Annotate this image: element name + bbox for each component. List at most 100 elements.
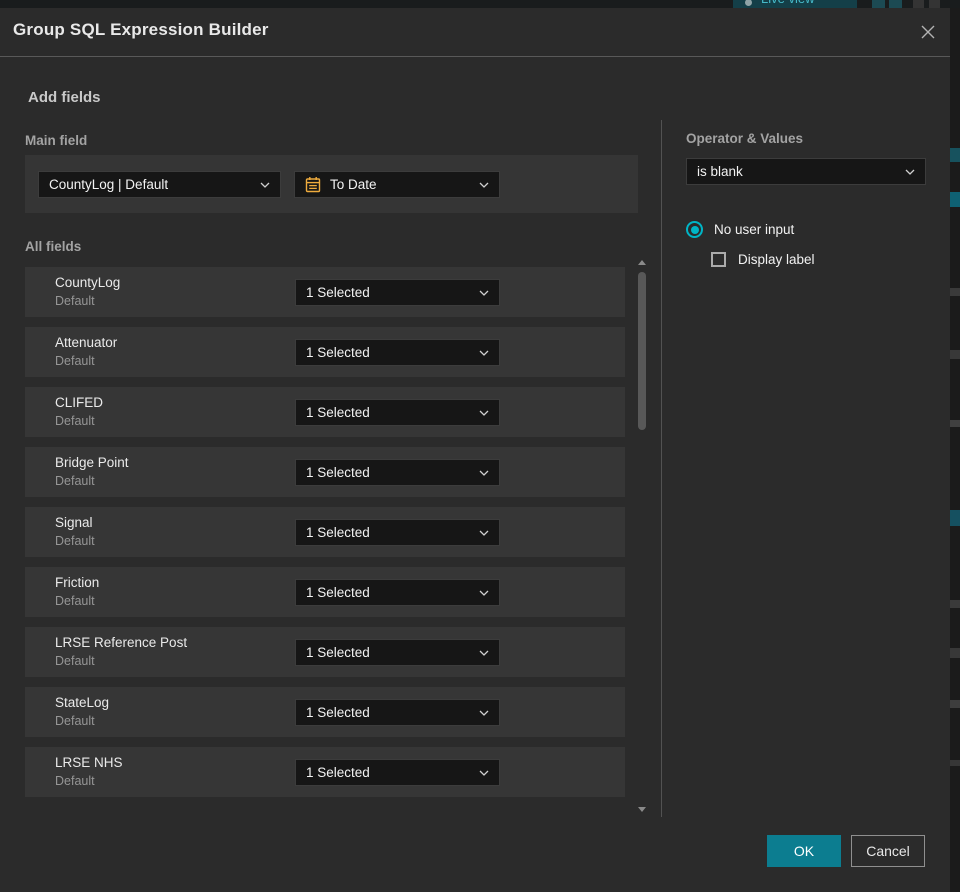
operator-select[interactable]: is blank bbox=[686, 158, 926, 185]
display-label-checkbox[interactable]: Display label bbox=[711, 252, 815, 267]
background-fragment bbox=[950, 700, 960, 708]
field-name: LRSE NHS bbox=[55, 755, 123, 770]
field-name: Bridge Point bbox=[55, 455, 129, 470]
chevron-down-icon bbox=[479, 650, 489, 656]
chevron-down-icon bbox=[479, 770, 489, 776]
chevron-down-icon bbox=[479, 290, 489, 296]
field-name: CLIFED bbox=[55, 395, 104, 410]
field-values-select[interactable]: 1 Selected bbox=[295, 339, 500, 366]
field-subtitle: Default bbox=[55, 354, 95, 368]
field-row: CLIFED Default 1 Selected bbox=[25, 387, 625, 437]
chevron-down-icon bbox=[479, 470, 489, 476]
chevron-down-icon bbox=[479, 590, 489, 596]
background-fragment bbox=[950, 288, 960, 296]
background-app-sliver bbox=[950, 8, 960, 892]
ok-button[interactable]: OK bbox=[767, 835, 841, 867]
live-view-button[interactable]: Live view bbox=[733, 0, 857, 8]
main-field-label: Main field bbox=[25, 133, 88, 148]
panel-divider bbox=[661, 120, 662, 817]
background-fragment bbox=[950, 192, 960, 207]
field-subtitle: Default bbox=[55, 414, 95, 428]
list-scrollbar[interactable] bbox=[637, 258, 647, 812]
field-row: Attenuator Default 1 Selected bbox=[25, 327, 625, 377]
toolbar-fragment bbox=[929, 0, 940, 8]
main-field-panel: CountyLog | Default To Date bbox=[25, 155, 638, 213]
field-subtitle: Default bbox=[55, 654, 95, 668]
toolbar-fragment bbox=[889, 0, 902, 8]
main-field-type-value: To Date bbox=[330, 177, 377, 192]
field-values-select[interactable]: 1 Selected bbox=[295, 399, 500, 426]
checkbox-unchecked-icon bbox=[711, 252, 726, 267]
field-values-select[interactable]: 1 Selected bbox=[295, 459, 500, 486]
close-icon bbox=[921, 25, 935, 39]
field-row: CountyLog Default 1 Selected bbox=[25, 267, 625, 317]
all-fields-list: CountyLog Default 1 Selected Attenuator … bbox=[25, 267, 625, 807]
field-name: CountyLog bbox=[55, 275, 121, 290]
dialog-title: Group SQL Expression Builder bbox=[13, 20, 269, 39]
background-fragment bbox=[950, 648, 960, 658]
field-subtitle: Default bbox=[55, 474, 95, 488]
field-values-select-value: 1 Selected bbox=[306, 705, 370, 720]
field-values-select-value: 1 Selected bbox=[306, 465, 370, 480]
add-fields-heading: Add fields bbox=[28, 89, 101, 106]
chevron-down-icon bbox=[479, 182, 489, 188]
field-values-select[interactable]: 1 Selected bbox=[295, 639, 500, 666]
chevron-down-icon bbox=[479, 350, 489, 356]
field-subtitle: Default bbox=[55, 774, 95, 788]
radio-label: No user input bbox=[714, 222, 795, 237]
operator-select-value: is blank bbox=[697, 164, 743, 179]
field-subtitle: Default bbox=[55, 594, 95, 608]
field-name: Signal bbox=[55, 515, 93, 530]
chevron-down-icon bbox=[479, 410, 489, 416]
background-fragment bbox=[950, 760, 960, 766]
field-row: StateLog Default 1 Selected bbox=[25, 687, 625, 737]
main-field-select[interactable]: CountyLog | Default bbox=[38, 171, 281, 198]
chevron-down-icon bbox=[260, 182, 270, 188]
field-row: Friction Default 1 Selected bbox=[25, 567, 625, 617]
field-row: Signal Default 1 Selected bbox=[25, 507, 625, 557]
field-values-select-value: 1 Selected bbox=[306, 345, 370, 360]
field-values-select-value: 1 Selected bbox=[306, 525, 370, 540]
field-row: LRSE NHS Default 1 Selected bbox=[25, 747, 625, 797]
chevron-down-icon bbox=[479, 710, 489, 716]
main-field-select-value: CountyLog | Default bbox=[49, 177, 169, 192]
checkbox-label: Display label bbox=[738, 252, 815, 267]
field-subtitle: Default bbox=[55, 714, 95, 728]
scroll-down-icon[interactable] bbox=[638, 807, 646, 812]
live-view-label: Live view bbox=[761, 0, 814, 6]
cancel-button[interactable]: Cancel bbox=[851, 835, 925, 867]
field-values-select[interactable]: 1 Selected bbox=[295, 699, 500, 726]
field-subtitle: Default bbox=[55, 534, 95, 548]
field-values-select-value: 1 Selected bbox=[306, 285, 370, 300]
close-button[interactable] bbox=[917, 21, 939, 43]
live-dot-icon bbox=[745, 0, 752, 6]
scroll-up-icon[interactable] bbox=[638, 260, 646, 265]
field-values-select-value: 1 Selected bbox=[306, 405, 370, 420]
group-sql-expression-builder-dialog: Group SQL Expression Builder Add fields … bbox=[0, 8, 950, 892]
field-values-select[interactable]: 1 Selected bbox=[295, 519, 500, 546]
field-values-select[interactable]: 1 Selected bbox=[295, 279, 500, 306]
field-row: Bridge Point Default 1 Selected bbox=[25, 447, 625, 497]
scrollbar-thumb[interactable] bbox=[638, 272, 646, 430]
background-fragment bbox=[950, 420, 960, 427]
screen: Live view Group SQL Expression Builder A bbox=[0, 0, 960, 892]
background-fragment bbox=[950, 148, 960, 162]
background-fragment bbox=[950, 350, 960, 359]
field-row: LRSE Reference Post Default 1 Selected bbox=[25, 627, 625, 677]
field-values-select[interactable]: 1 Selected bbox=[295, 579, 500, 606]
all-fields-label: All fields bbox=[25, 239, 82, 254]
field-values-select[interactable]: 1 Selected bbox=[295, 759, 500, 786]
background-app-strip: Live view bbox=[0, 0, 960, 8]
radio-selected-icon bbox=[686, 221, 703, 238]
field-subtitle: Default bbox=[55, 294, 95, 308]
field-values-select-value: 1 Selected bbox=[306, 585, 370, 600]
dialog-header: Group SQL Expression Builder bbox=[0, 8, 950, 57]
background-fragment bbox=[950, 510, 960, 526]
field-name: StateLog bbox=[55, 695, 110, 710]
calendar-icon bbox=[305, 176, 321, 193]
field-name: Attenuator bbox=[55, 335, 118, 350]
background-fragment bbox=[950, 600, 960, 608]
no-user-input-radio[interactable]: No user input bbox=[686, 221, 794, 238]
field-values-select-value: 1 Selected bbox=[306, 765, 370, 780]
main-field-type-select[interactable]: To Date bbox=[294, 171, 500, 198]
